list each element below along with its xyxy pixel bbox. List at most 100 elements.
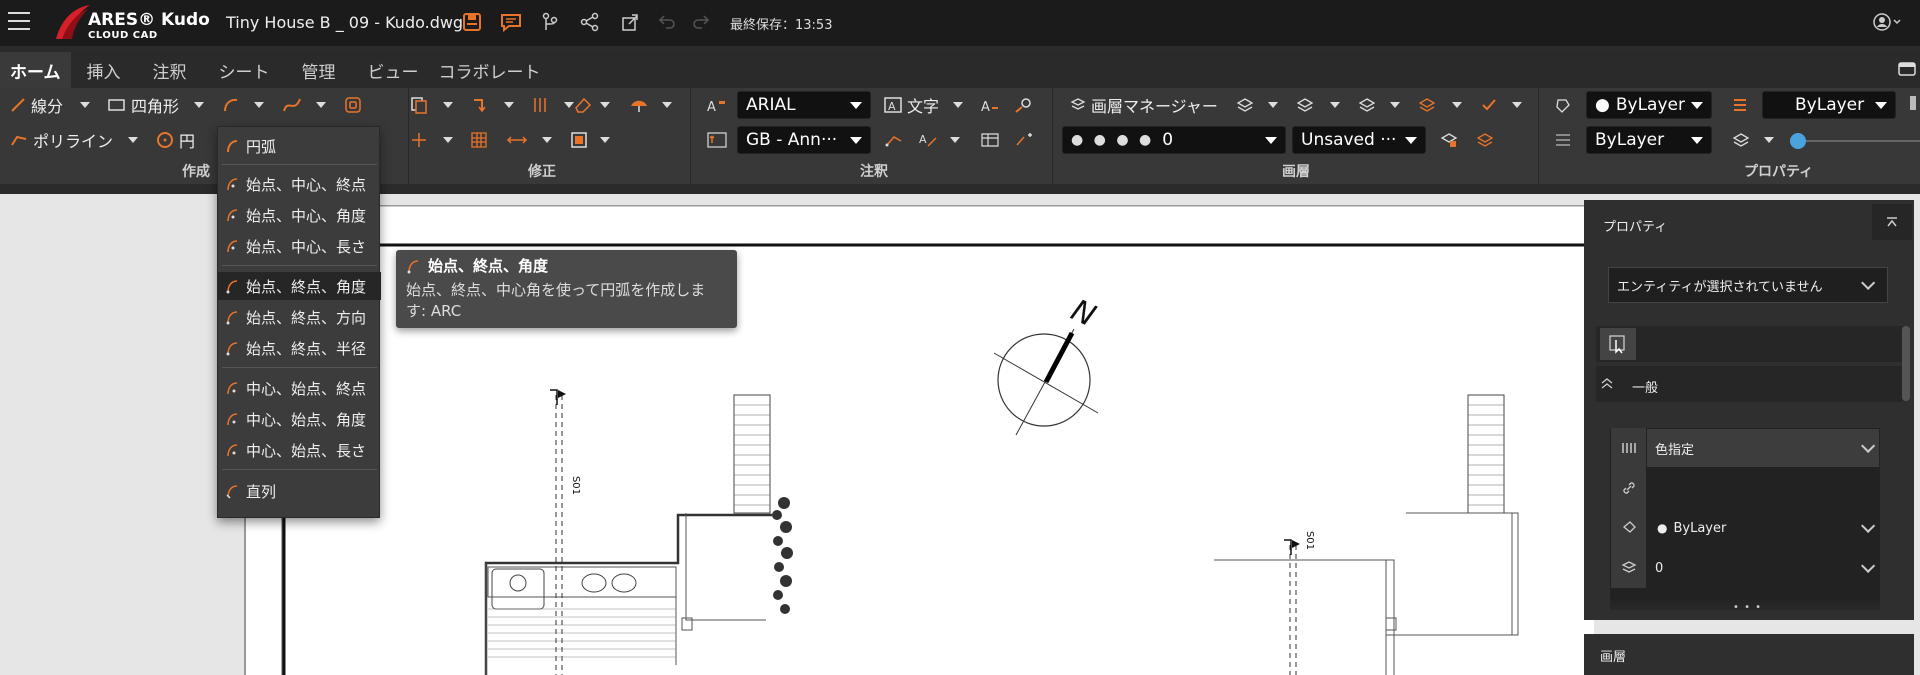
ribbon-scroll-indicator[interactable]: [1910, 96, 1916, 110]
trim-dropdown[interactable]: [443, 126, 453, 154]
rectangle-button[interactable]: 四角形: [108, 91, 179, 119]
rotate-button[interactable]: [470, 91, 488, 119]
tab-insert[interactable]: 挿入: [71, 52, 137, 88]
dimension-style-icon[interactable]: [706, 126, 728, 154]
layer-state-icon[interactable]: [1236, 91, 1254, 119]
dim-dropdown[interactable]: [950, 126, 960, 154]
array-button[interactable]: [532, 91, 550, 119]
rotate-dropdown[interactable]: [504, 91, 514, 119]
tab-collaborate[interactable]: コラボレート: [435, 52, 545, 88]
line-button[interactable]: 線分: [10, 91, 63, 119]
layer-row[interactable]: 0: [1610, 548, 1880, 588]
find-text-icon[interactable]: [1014, 91, 1036, 119]
leader-icon[interactable]: [1014, 126, 1036, 154]
tab-view[interactable]: ビュー: [352, 52, 435, 88]
linetype-icon[interactable]: [1732, 91, 1748, 119]
collapse-panel-icon[interactable]: [1872, 204, 1912, 240]
trim-button[interactable]: [410, 126, 428, 154]
font-select[interactable]: ARIAL: [737, 91, 871, 119]
arc-start-end-direction[interactable]: 始点、終点、方向: [218, 303, 381, 331]
tab-annotate[interactable]: 注釈: [137, 52, 203, 88]
redo-icon[interactable]: [692, 12, 710, 30]
polyline-button[interactable]: ポリライン: [10, 126, 113, 154]
selection-dropdown[interactable]: エンティティが選択されていません: [1608, 267, 1888, 303]
offset-button[interactable]: [344, 91, 362, 119]
layer-freeze-icon[interactable]: [1358, 91, 1376, 119]
save-icon[interactable]: [462, 12, 482, 32]
more-options-icon[interactable]: • • •: [1733, 602, 1762, 613]
transparency-slider-handle[interactable]: [1790, 133, 1806, 149]
copy-button[interactable]: [410, 91, 428, 119]
tab-home[interactable]: ホーム: [0, 52, 71, 88]
share-icon[interactable]: [580, 12, 600, 32]
linetype-select[interactable]: ByLayer: [1762, 91, 1896, 119]
layer-walk-icon[interactable]: [1440, 126, 1458, 154]
make-current-icon[interactable]: [1480, 91, 1498, 119]
arc-button[interactable]: [222, 91, 240, 119]
undo-icon[interactable]: [658, 12, 676, 30]
hatch-dropdown[interactable]: [662, 91, 672, 119]
layer-isolate-icon[interactable]: [1296, 91, 1314, 119]
transparency-icon[interactable]: [1732, 126, 1750, 154]
layer-color-row[interactable]: ● ByLayer: [1610, 508, 1880, 548]
stretch-button[interactable]: [506, 126, 528, 154]
layer-manager-button[interactable]: 画層マネージャー: [1070, 91, 1218, 119]
line-dropdown[interactable]: [80, 91, 90, 119]
aligned-dim-icon[interactable]: A: [918, 126, 938, 154]
spline-dropdown[interactable]: [316, 91, 326, 119]
circle-button[interactable]: 円: [156, 126, 195, 154]
layer-merge-icon[interactable]: [1476, 126, 1494, 154]
layer-state-dropdown[interactable]: [1268, 91, 1278, 119]
text-edit-icon[interactable]: A: [980, 91, 1000, 119]
scale-dropdown[interactable]: [600, 126, 610, 154]
arc-start-end-radius[interactable]: 始点、終点、半径: [218, 334, 381, 362]
text-dropdown[interactable]: [953, 91, 963, 119]
collapse-ribbon-icon[interactable]: [1898, 61, 1916, 77]
tab-sheet[interactable]: シート: [203, 52, 286, 88]
lineweight-icon[interactable]: [1554, 126, 1572, 154]
arc-center-start-end[interactable]: 中心、始点、終点: [218, 374, 381, 402]
layer-state-select[interactable]: Unsaved ···: [1292, 126, 1426, 154]
spline-button[interactable]: [282, 91, 302, 119]
table-icon[interactable]: [980, 126, 1000, 154]
linear-dim-icon[interactable]: [884, 126, 904, 154]
hamburger-menu-icon[interactable]: [8, 12, 30, 32]
export-icon[interactable]: [620, 12, 640, 32]
hyperlink-row[interactable]: [1610, 468, 1880, 508]
layer-select[interactable]: ● ● ● ● 0: [1062, 126, 1286, 154]
layer-freeze-dropdown[interactable]: [1390, 91, 1400, 119]
arc-start-center-angle[interactable]: 始点、中心、角度: [218, 201, 381, 229]
quick-select-icon[interactable]: [1600, 328, 1636, 360]
match-properties-icon[interactable]: [1554, 91, 1572, 119]
arc-start-center-end[interactable]: 始点、中心、終点: [218, 170, 381, 198]
lineweight-select[interactable]: ByLayer: [1586, 126, 1712, 154]
color-mode-row[interactable]: 色指定: [1610, 428, 1880, 468]
arc-dropdown[interactable]: [254, 91, 264, 119]
grid-array-button[interactable]: [470, 126, 488, 154]
arc-menu-header[interactable]: 円弧: [218, 132, 381, 160]
panel-scrollbar[interactable]: [1902, 326, 1910, 401]
scale-button[interactable]: [570, 126, 588, 154]
polyline-dropdown[interactable]: [128, 126, 138, 154]
erase-button[interactable]: [572, 91, 592, 119]
make-current-dropdown[interactable]: [1512, 91, 1522, 119]
collapse-section-icon[interactable]: [1600, 376, 1614, 395]
transparency-dropdown[interactable]: [1764, 126, 1774, 154]
color-select[interactable]: ● ByLayer: [1586, 91, 1712, 119]
transparency-slider-track[interactable]: [1790, 140, 1920, 142]
stretch-dropdown[interactable]: [542, 126, 552, 154]
layer-off-dropdown[interactable]: [1452, 91, 1462, 119]
layer-off-icon[interactable]: [1418, 91, 1436, 119]
arc-start-center-length[interactable]: 始点、中心、長さ: [218, 232, 381, 260]
text-style-icon[interactable]: A: [706, 91, 728, 119]
arc-center-start-angle[interactable]: 中心、始点、角度: [218, 405, 381, 433]
layer-isolate-dropdown[interactable]: [1330, 91, 1340, 119]
hatch-button[interactable]: [628, 91, 650, 119]
version-history-icon[interactable]: [540, 12, 560, 32]
copy-dropdown[interactable]: [443, 91, 453, 119]
arc-continue[interactable]: 直列: [218, 477, 381, 505]
text-button[interactable]: A 文字: [884, 91, 939, 119]
arc-center-start-length[interactable]: 中心、始点、長さ: [218, 436, 381, 464]
arc-start-end-angle[interactable]: 始点、終点、角度: [218, 272, 381, 300]
rectangle-dropdown[interactable]: [194, 91, 204, 119]
